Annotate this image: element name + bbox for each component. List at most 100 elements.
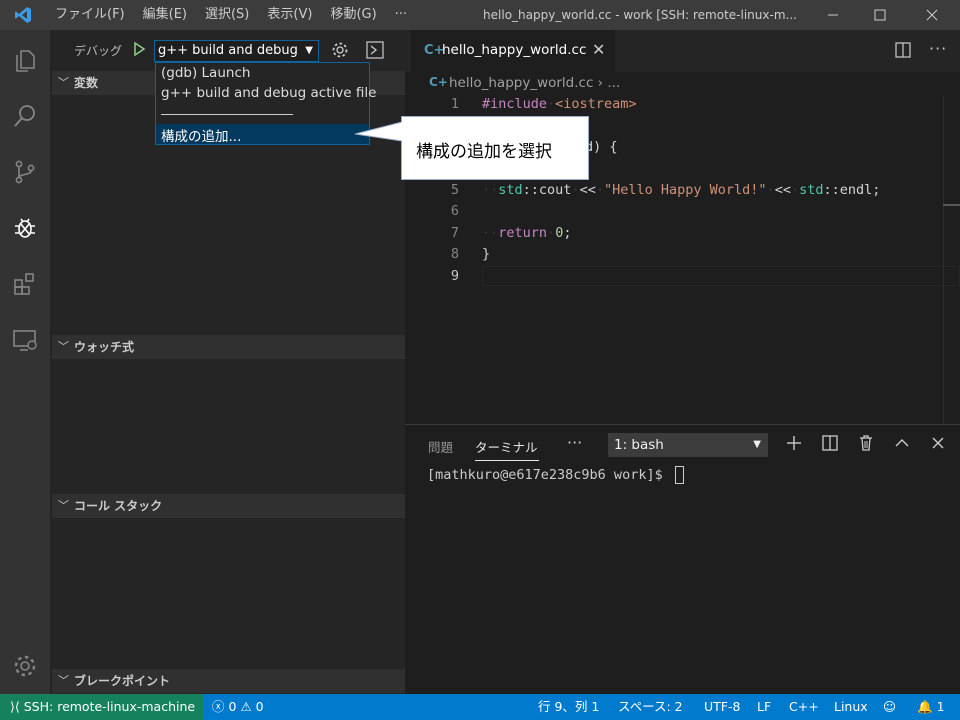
code-line-8: } [482,246,491,262]
open-launch-json-gear-icon[interactable] [331,41,349,63]
kill-terminal-trash-icon[interactable] [857,434,875,456]
debug-config-value: g++ build and debug [158,43,298,58]
chevron-down-icon: ﹀ [58,674,69,687]
debug-config-select[interactable]: g++ build and debug ▼ [154,40,319,62]
code-line-7: ··return·0; [482,225,572,241]
debug-console-icon[interactable] [366,41,384,63]
section-variables-label: 変数 [74,76,99,90]
split-terminal-icon[interactable] [821,434,839,456]
tab-hello-happy-world[interactable]: C+ hello_happy_world.cc ✕ [411,30,615,72]
notification-count: 1 [936,699,945,714]
close-panel-icon[interactable] [929,434,947,456]
line-number: 1 [450,96,459,112]
current-line-highlight [482,266,960,286]
remote-icon: ⟩⟨ [10,699,20,714]
menu-edit[interactable]: 編集(E) [134,0,196,30]
language-mode[interactable]: C++ [789,694,819,720]
menu-more[interactable]: ··· [386,0,416,30]
explorer-icon[interactable] [0,35,50,85]
remote-label: SSH: remote-linux-machine [23,699,196,714]
error-icon: ⓧ [212,699,225,714]
debug-icon[interactable] [0,203,50,253]
editor-scrollbar[interactable] [943,96,944,426]
section-breakpoints-label: ブレークポイント [74,674,171,688]
minimize-icon[interactable] [810,0,856,30]
chevron-down-icon: ▼ [305,45,313,56]
start-debugging-icon[interactable] [132,41,146,60]
extensions-icon[interactable] [0,259,50,309]
problems-status[interactable]: ⓧ 0 ⚠ 0 [212,694,264,720]
tab-problems[interactable]: 問題 [428,437,453,456]
split-editor-icon[interactable] [895,42,911,62]
terminal-select[interactable]: 1: bash ▼ [608,433,768,457]
bell-icon: 🔔 [917,699,933,714]
code-line-5: ··std::cout·<<·"Hello Happy World!"·<<·s… [482,182,881,198]
code-line-1: #include·<iostream> [482,96,637,112]
code-line-3: d) { [585,139,618,155]
remote-explorer-icon[interactable] [0,315,50,365]
tab-terminal[interactable]: ターミナル [475,437,538,456]
os-indicator[interactable]: Linux [834,694,868,720]
line-number: 9 [450,268,459,284]
maximize-panel-chevron-up-icon[interactable] [893,434,911,456]
callout-text: 構成の追加を選択 [416,142,552,162]
bottom-panel: 問題 ターミナル ··· 1: bash ▼ [mathkuro@e617e23… [405,424,960,694]
editor-tab-bar: C+ hello_happy_world.cc ✕ ··· [405,30,960,72]
cpp-file-icon: C+ [429,75,448,89]
error-count: 0 [228,699,237,714]
scrollbar-position-marker [943,204,960,206]
breadcrumb: C+ hello_happy_world.cc › ... [405,72,960,94]
notifications[interactable]: 🔔 1 [917,694,945,720]
section-breakpoints[interactable]: ﹀ ブレークポイント [52,669,405,693]
end-of-line[interactable]: LF [757,694,771,720]
menu-view[interactable]: 表示(V) [258,0,321,30]
terminal-select-value: 1: bash [614,437,664,453]
section-call-stack[interactable]: ﹀ コール スタック [52,494,405,518]
annotation-callout: 構成の追加を選択 [401,116,589,180]
remote-indicator[interactable]: ⟩⟨ SSH: remote-linux-machine [0,694,203,720]
debug-config-dropdown: (gdb) Launch g++ build and debug active … [155,62,376,145]
chevron-down-icon: ﹀ [58,76,69,89]
line-number: 8 [450,246,459,262]
more-actions-icon[interactable]: ··· [929,39,947,58]
indentation[interactable]: スペース: 2 [618,694,683,720]
cursor-position[interactable]: 行 9、列 1 [538,694,599,720]
terminal-prompt[interactable]: [mathkuro@e617e238c9b6 work]$ [427,466,684,484]
debug-title: デバッグ [74,43,123,58]
source-control-icon[interactable] [0,147,50,197]
terminal-cursor [674,466,684,484]
section-watch-label: ウォッチ式 [74,340,135,354]
callout-pointer [354,121,403,142]
close-window-icon[interactable] [909,0,955,30]
section-call-stack-label: コール スタック [74,499,163,513]
chevron-down-icon: ▼ [753,439,761,450]
chevron-down-icon: ﹀ [58,499,69,512]
title-bar: ファイル(F) 編集(E) 選択(S) 表示(V) 移動(G) ··· hell… [0,0,960,30]
option-gdb-launch[interactable]: (gdb) Launch [161,65,250,81]
warning-count: 0 [255,699,264,714]
feedback-smiley-icon[interactable]: ☺ [883,694,896,720]
search-icon[interactable] [0,91,50,141]
menu-file[interactable]: ファイル(F) [46,0,134,30]
section-watch[interactable]: ﹀ ウォッチ式 [52,335,405,359]
settings-gear-icon[interactable] [0,641,50,691]
line-number: 5 [450,182,459,198]
option-gpp-build-debug-active-file[interactable]: g++ build and debug active file [161,85,376,101]
vscode-logo-icon [0,0,46,30]
encoding[interactable]: UTF-8 [704,694,740,720]
warning-icon: ⚠ [240,699,252,714]
menu-selection[interactable]: 選択(S) [196,0,258,30]
option-add-configuration[interactable]: 構成の追加... [161,125,241,145]
maximize-icon[interactable] [857,0,903,30]
activity-bar [0,30,50,694]
close-tab-icon[interactable]: ✕ [592,40,605,59]
new-terminal-plus-icon[interactable] [785,434,803,456]
menu-go[interactable]: 移動(G) [321,0,385,30]
window-title: hello_happy_world.cc - work [SSH: remote… [483,8,797,22]
dropdown-separator [161,114,293,115]
tab-label: hello_happy_world.cc [442,42,587,58]
breadcrumb-file[interactable]: hello_happy_world.cc › ... [449,75,620,91]
line-number: 7 [450,225,459,241]
panel-more-icon[interactable]: ··· [567,433,582,452]
status-bar: ⟩⟨ SSH: remote-linux-machine ⓧ 0 ⚠ 0 行 9… [0,694,960,720]
